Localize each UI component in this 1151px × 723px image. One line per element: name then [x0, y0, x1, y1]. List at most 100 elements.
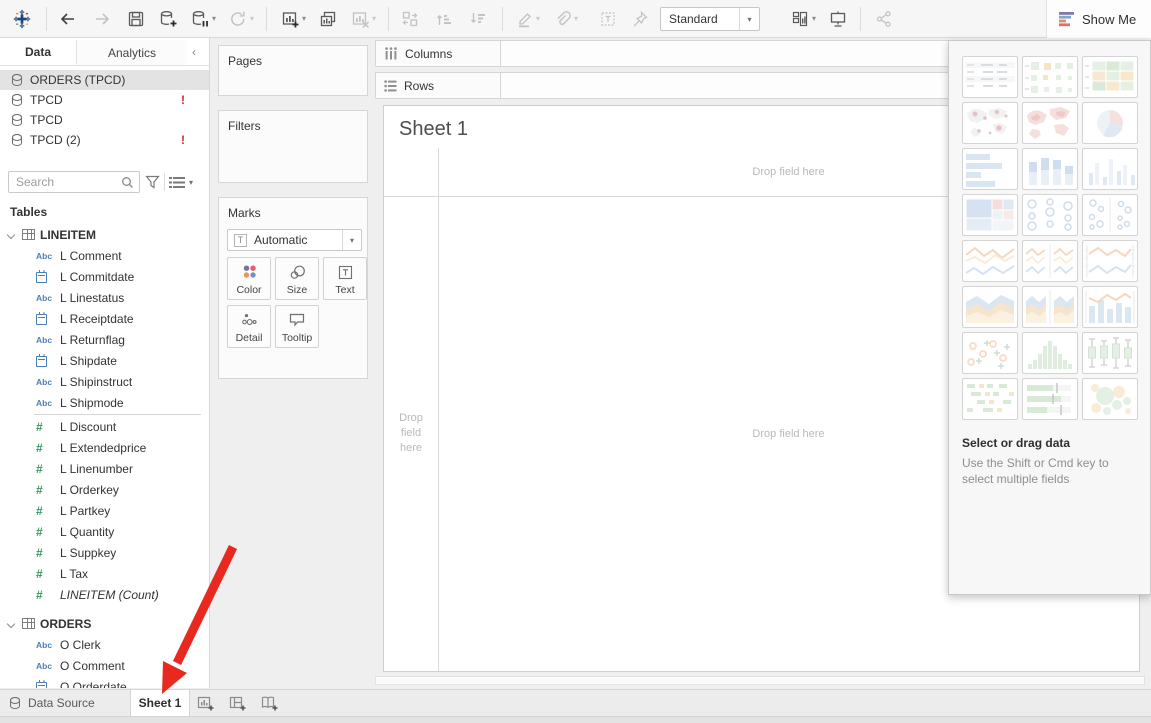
size-button[interactable]: Size [275, 257, 319, 300]
highlight-button[interactable] [514, 9, 534, 29]
field-row[interactable]: AbcO Clerk [0, 634, 209, 655]
tab-data[interactable]: Data [0, 40, 77, 65]
showme-text-table[interactable] [962, 56, 1018, 98]
detail-button[interactable]: Detail [227, 305, 271, 348]
field-row[interactable]: L Shipdate [0, 350, 209, 371]
showme-packed-bubbles[interactable] [1082, 378, 1138, 420]
duplicate-sheet-button[interactable] [318, 9, 338, 29]
new-dashboard-tab-button[interactable] [222, 690, 254, 716]
showme-filled-map[interactable] [1022, 102, 1078, 144]
showme-symbol-map[interactable] [962, 102, 1018, 144]
refresh-data-source-button[interactable] [228, 9, 248, 29]
refresh-dropdown-caret[interactable]: ▾ [250, 15, 254, 23]
search-input[interactable] [9, 175, 121, 189]
pause-dropdown-caret[interactable]: ▾ [212, 15, 216, 23]
save-button[interactable] [126, 9, 146, 29]
field-row[interactable]: AbcL Comment [0, 245, 209, 266]
showme-horizontal-bars[interactable] [962, 148, 1018, 190]
showme-discrete-area[interactable] [1022, 286, 1078, 328]
field-row[interactable]: #L Extendedprice [0, 437, 209, 458]
filters-card[interactable]: Filters [218, 110, 368, 183]
clear-dropdown-caret[interactable]: ▾ [372, 15, 376, 23]
field-row[interactable]: AbcL Linestatus [0, 287, 209, 308]
clear-sheet-button[interactable] [350, 9, 370, 29]
showme-continuous-area[interactable] [962, 286, 1018, 328]
field-row[interactable]: #L Orderkey [0, 479, 209, 500]
showme-continuous-lines[interactable] [962, 240, 1018, 282]
field-row[interactable]: AbcO Comment [0, 655, 209, 676]
field-row[interactable]: #L Tax [0, 563, 209, 584]
mark-type-dropdown[interactable]: T Automatic ▾ [227, 229, 362, 251]
datasource-item[interactable]: TPCD! [0, 90, 209, 110]
tab-analytics[interactable]: Analytics [77, 40, 187, 65]
search-box[interactable] [8, 171, 140, 193]
showme-circle-views[interactable] [1022, 194, 1078, 236]
field-row[interactable]: O Orderdate [0, 676, 209, 688]
field-row[interactable]: AbcL Shipmode [0, 392, 209, 413]
show-mark-labels-button[interactable] [598, 9, 618, 29]
view-options-icon[interactable] [169, 176, 185, 189]
table-orders[interactable]: ORDERS [0, 613, 209, 634]
forward-button[interactable] [92, 9, 112, 29]
showme-discrete-lines[interactable] [1022, 240, 1078, 282]
showme-stacked-bars[interactable] [1022, 148, 1078, 190]
fit-select[interactable]: Standard ▾ [660, 7, 760, 31]
collapse-pane-icon[interactable]: ‹ [187, 44, 201, 60]
text-button[interactable]: Text [323, 257, 367, 300]
field-row[interactable]: L Commitdate [0, 266, 209, 287]
new-story-tab-button[interactable] [254, 690, 286, 716]
showme-bullet-graph[interactable] [1022, 378, 1078, 420]
field-row[interactable]: #L Suppkey [0, 542, 209, 563]
table-lineitem[interactable]: LINEITEM [0, 224, 209, 245]
color-button[interactable]: Color [227, 257, 271, 300]
showme-gantt[interactable] [962, 378, 1018, 420]
field-row[interactable]: #L Discount [0, 416, 209, 437]
chevron-down-icon[interactable] [7, 230, 15, 238]
datasource-item[interactable]: TPCD (2)! [0, 130, 209, 150]
showme-side-by-side-circles[interactable] [1082, 194, 1138, 236]
showme-highlight-table[interactable] [1082, 56, 1138, 98]
group-members-button[interactable] [552, 9, 572, 29]
datasource-item[interactable]: TPCD [0, 110, 209, 130]
sort-ascending-button[interactable] [434, 9, 454, 29]
field-row[interactable]: #L Partkey [0, 500, 209, 521]
pause-auto-updates-button[interactable] [190, 9, 210, 29]
showme-histogram[interactable] [1022, 332, 1078, 374]
sort-descending-button[interactable] [468, 9, 488, 29]
new-worksheet-tab-button[interactable] [190, 690, 222, 716]
field-row[interactable]: L Receiptdate [0, 308, 209, 329]
view-options-caret[interactable]: ▾ [189, 178, 193, 187]
drop-zone-rows[interactable]: Drop field here [384, 196, 438, 671]
filter-fields-icon[interactable] [145, 175, 160, 189]
showme-pie-chart[interactable] [1082, 102, 1138, 144]
chevron-down-icon[interactable] [7, 619, 15, 627]
showme-dual-lines[interactable] [1082, 240, 1138, 282]
showme-treemap[interactable] [962, 194, 1018, 236]
showme-scatter-plot[interactable] [962, 332, 1018, 374]
horizontal-scrollbar[interactable] [375, 676, 1145, 685]
group-dropdown-caret[interactable]: ▾ [574, 15, 578, 23]
showme-dual-combination[interactable] [1082, 286, 1138, 328]
field-row[interactable]: #L Linenumber [0, 458, 209, 479]
showme-side-by-side-bars[interactable] [1082, 148, 1138, 190]
field-row[interactable]: AbcL Shipinstruct [0, 371, 209, 392]
show-me-button[interactable]: Show Me [1046, 0, 1151, 38]
fit-select-caret[interactable]: ▾ [739, 8, 759, 30]
show-hide-cards-button[interactable] [790, 9, 810, 29]
datasource-item[interactable]: ORDERS (TPCD) [0, 70, 209, 90]
field-row[interactable]: #L Quantity [0, 521, 209, 542]
showme-heat-map[interactable] [1022, 56, 1078, 98]
new-worksheet-button[interactable] [280, 9, 300, 29]
swap-rows-columns-button[interactable] [400, 9, 420, 29]
field-row[interactable]: AbcL Returnflag [0, 329, 209, 350]
share-workbook-button[interactable] [874, 9, 894, 29]
field-row[interactable]: #LINEITEM (Count) [0, 584, 209, 605]
tooltip-button[interactable]: Tooltip [275, 305, 319, 348]
presentation-mode-button[interactable] [828, 9, 848, 29]
showme-box-and-whisker[interactable] [1082, 332, 1138, 374]
back-button[interactable] [58, 9, 78, 29]
fix-axes-button[interactable] [630, 9, 650, 29]
cards-dropdown-caret[interactable]: ▾ [812, 15, 816, 23]
mark-type-caret[interactable]: ▾ [342, 230, 361, 250]
highlight-dropdown-caret[interactable]: ▾ [536, 15, 540, 23]
